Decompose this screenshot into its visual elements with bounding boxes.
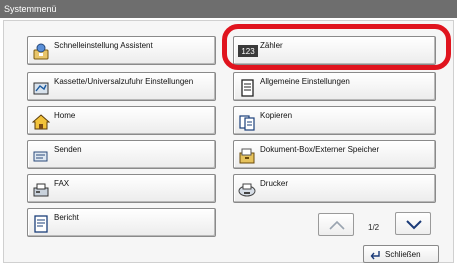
button-label: Schnelleinstellung Assistent [54, 41, 153, 50]
cassette-mp-tray-settings-button[interactable]: Kassette/Universalzufuhr Einstellungen [27, 72, 216, 101]
printer-button[interactable]: Drucker [233, 174, 436, 203]
settings-document-icon [238, 79, 256, 97]
home-icon [31, 113, 51, 131]
copy-button[interactable]: Kopieren [233, 106, 436, 135]
printer-icon [238, 181, 256, 199]
wizard-icon [32, 43, 50, 61]
paper-tray-icon [32, 79, 50, 97]
general-settings-button[interactable]: Allgemeine Einstellungen [233, 72, 436, 101]
document-box-external-memory-button[interactable]: Dokument-Box/Externer Speicher [233, 140, 436, 169]
document-box-icon [238, 147, 256, 165]
counter-highlight-ring [222, 24, 451, 70]
button-label: Kopieren [260, 111, 293, 120]
copy-icon [238, 113, 256, 131]
close-button[interactable]: Schließen [363, 245, 439, 263]
fax-icon [32, 181, 50, 199]
home-button[interactable]: Home [27, 106, 216, 135]
report-icon [32, 215, 50, 233]
page-down-button[interactable] [395, 212, 431, 235]
button-label: Allgemeine Einstellungen [260, 77, 350, 86]
return-arrow-icon [370, 251, 380, 260]
page-up-button[interactable] [318, 213, 354, 236]
send-button[interactable]: Senden [27, 140, 216, 169]
system-menu-screen: Systemmenü Schnelleinstellung Assistent … [0, 0, 457, 267]
window-title: Systemmenü [0, 0, 457, 18]
send-icon [32, 147, 50, 165]
button-label: Bericht [54, 213, 79, 222]
button-label: Senden [54, 145, 82, 154]
button-label: Kassette/Universalzufuhr Einstellungen [54, 77, 194, 86]
button-label: FAX [54, 179, 70, 188]
chevron-up-icon [329, 220, 345, 230]
close-button-label: Schließen [385, 250, 421, 259]
button-label: Dokument-Box/Externer Speicher [260, 145, 380, 154]
page-indicator: 1/2 [368, 223, 380, 232]
button-label: Drucker [260, 179, 289, 188]
fax-button[interactable]: FAX [27, 174, 216, 203]
button-label: Home [54, 111, 76, 120]
chevron-down-icon [406, 220, 422, 230]
quick-setup-wizard-button[interactable]: Schnelleinstellung Assistent [27, 36, 216, 65]
report-button[interactable]: Bericht [27, 208, 216, 237]
